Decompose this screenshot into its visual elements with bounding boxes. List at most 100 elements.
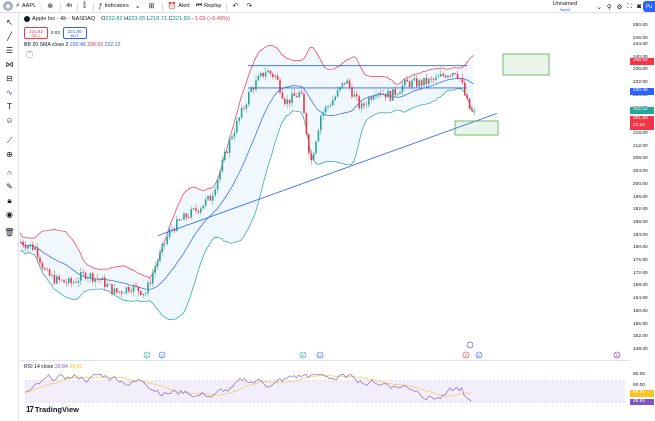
redo-button[interactable]: ↷ (243, 0, 257, 13)
symbol-search[interactable]: ⌕ AAPL (13, 0, 39, 13)
crosshair-icon[interactable]: ↖ (4, 17, 15, 28)
candle-body (233, 132, 236, 137)
undo-button[interactable]: ↶ (229, 0, 243, 13)
projection-tool-icon[interactable]: ⊟ (4, 73, 15, 84)
replay-label: Replay (204, 3, 222, 9)
symbol-title[interactable]: Apple Inc · 4h · NASDAQ (32, 16, 95, 22)
candle-body (130, 291, 132, 292)
candle-body (197, 210, 200, 213)
candle-body (149, 282, 152, 284)
candle-body (442, 73, 444, 76)
price-tick: 246.00 (633, 35, 648, 41)
candle-body (84, 272, 87, 279)
candle-body (221, 159, 224, 172)
snapshot-icon[interactable]: ◙ (637, 3, 641, 10)
magnet-icon[interactable]: ∩ (4, 167, 15, 178)
candle-body (108, 283, 111, 285)
trade-buttons: 221.82 SELL 0.03 221.85 BUY (24, 27, 87, 39)
price-tick: 168.00 (633, 283, 648, 289)
price-tick: 236.00 (633, 67, 648, 73)
indicators-button[interactable]: ƒ Indicators (96, 0, 132, 13)
buy-button[interactable]: 221.85 BUY (62, 27, 87, 39)
plus-circle-icon: ⊕ (47, 3, 54, 10)
candle-body (116, 288, 118, 293)
candle-body (440, 73, 442, 77)
candle-body (166, 237, 168, 244)
ruler-icon[interactable]: ⟋ (4, 135, 15, 146)
bb-legend[interactable]: BB 20 SMA close 2 230.48 238.83 222.12 (24, 42, 120, 48)
fib-tool-icon[interactable]: ☰ (4, 45, 15, 56)
candle-body (315, 141, 317, 154)
visibility-icon[interactable]: ◉ (4, 209, 15, 220)
event-marker-icon (466, 341, 474, 349)
publish-label: Pu (645, 3, 653, 10)
interval-button[interactable]: 4h (63, 0, 75, 13)
layout-chevron-icon[interactable]: ⌄ (596, 3, 601, 11)
emoji-icon[interactable]: ☺ (4, 115, 15, 126)
text-tool-icon[interactable]: T (4, 101, 15, 112)
chart-legend: Apple Inc · 4h · NASDAQ O222.82 H223.05 … (24, 16, 230, 22)
replay-icon: ⏮ (195, 2, 203, 9)
candle-body (58, 276, 60, 280)
candle-body (305, 113, 308, 135)
price-tick: 250.00 (633, 23, 648, 28)
tradingview-logo[interactable]: 17 TradingView (26, 405, 79, 414)
candle-body (128, 287, 130, 292)
publish-button[interactable]: Pu (643, 1, 655, 12)
candle-body (183, 213, 185, 220)
candle-body (27, 245, 29, 249)
lock-draw-icon[interactable]: ✎ (4, 181, 15, 192)
candle-body (447, 75, 449, 78)
target-box (502, 53, 550, 76)
candle-body (432, 78, 435, 80)
candle-body (372, 96, 375, 100)
candle-body (322, 112, 324, 116)
candle-body (219, 171, 221, 180)
price-tick: 204.00 (633, 169, 648, 175)
indicator-templates-button[interactable]: ⌄ (132, 0, 146, 13)
sell-button[interactable]: 221.82 SELL (24, 27, 48, 39)
candle-body (454, 73, 456, 74)
candle-body (147, 282, 149, 294)
quick-search-icon[interactable]: ⚲ (607, 3, 612, 11)
candle-body (272, 73, 274, 77)
candle-body (214, 189, 216, 196)
legend-collapse-button[interactable]: ^ (26, 51, 33, 58)
candle-body (382, 93, 384, 95)
chart-type-button[interactable]: ⫿ (80, 0, 90, 13)
brush-tool-icon[interactable]: ∿ (4, 87, 15, 98)
price-axis[interactable]: 250.00246.00244.00240.00236.00232.00228.… (630, 14, 655, 359)
candle-body (118, 291, 120, 293)
candle-body (185, 213, 188, 218)
candle-body (387, 90, 389, 98)
replay-button[interactable]: ⏮ Replay (193, 0, 225, 13)
rsi-axis[interactable]: 80.0060.0040.0045.4129.84 (630, 360, 655, 421)
lock-icon[interactable]: 🔒︎ (4, 195, 15, 206)
settings-icon[interactable]: ⚙ (617, 3, 623, 11)
candle-body (276, 75, 279, 80)
rsi-panel[interactable] (20, 360, 630, 421)
divider (226, 1, 228, 11)
divider (92, 1, 94, 11)
pattern-tool-icon[interactable]: ⋈ (4, 59, 15, 70)
compare-button[interactable]: ⊕ (44, 0, 58, 13)
price-tag: 222.12 (630, 107, 654, 114)
alert-button[interactable]: ⏰ Alert (165, 0, 193, 13)
app-logo-icon[interactable]: ◉ (3, 1, 13, 11)
fullscreen-icon[interactable]: ⛶ (628, 3, 633, 11)
price-tag: 238.83 (630, 58, 654, 65)
candle-body (224, 151, 226, 160)
price-chart[interactable]: EDEDEDS (20, 14, 630, 359)
candle-body (65, 282, 68, 284)
trash-icon[interactable]: 🗑︎ (4, 227, 15, 238)
redo-icon: ↷ (246, 3, 253, 10)
rsi-ma-value: 45.41 (69, 364, 83, 370)
layouts-button[interactable]: ⊞ (146, 0, 160, 13)
top-toolbar: ◉ ⌕ AAPL ⊕ 4h ⫿ ƒ Indicators ⌄ ⊞ ⏰ Alert… (0, 0, 655, 13)
rsi-legend[interactable]: RSI 14 close 29.84 45.41 (24, 364, 82, 370)
event-marker-label: E (465, 353, 468, 358)
zoom-icon[interactable]: ⊕ (4, 149, 15, 160)
candle-body (51, 274, 53, 276)
layout-name-button[interactable]: Unnamed Saved (553, 0, 577, 13)
trendline-tool-icon[interactable]: ╱ (4, 31, 15, 42)
